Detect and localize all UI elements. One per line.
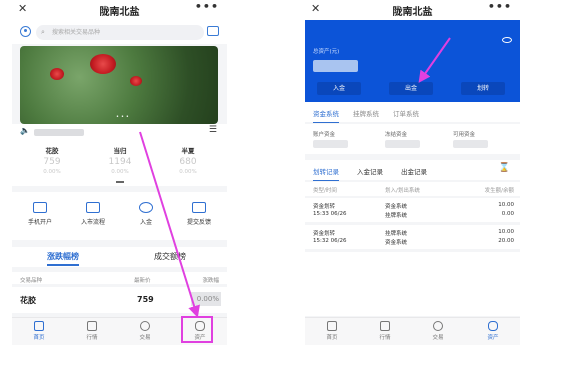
annotation-arrows: [139, 37, 451, 318]
arrow-to-assets-tab: [139, 131, 200, 318]
arrow-to-withdraw-button: [418, 37, 451, 83]
